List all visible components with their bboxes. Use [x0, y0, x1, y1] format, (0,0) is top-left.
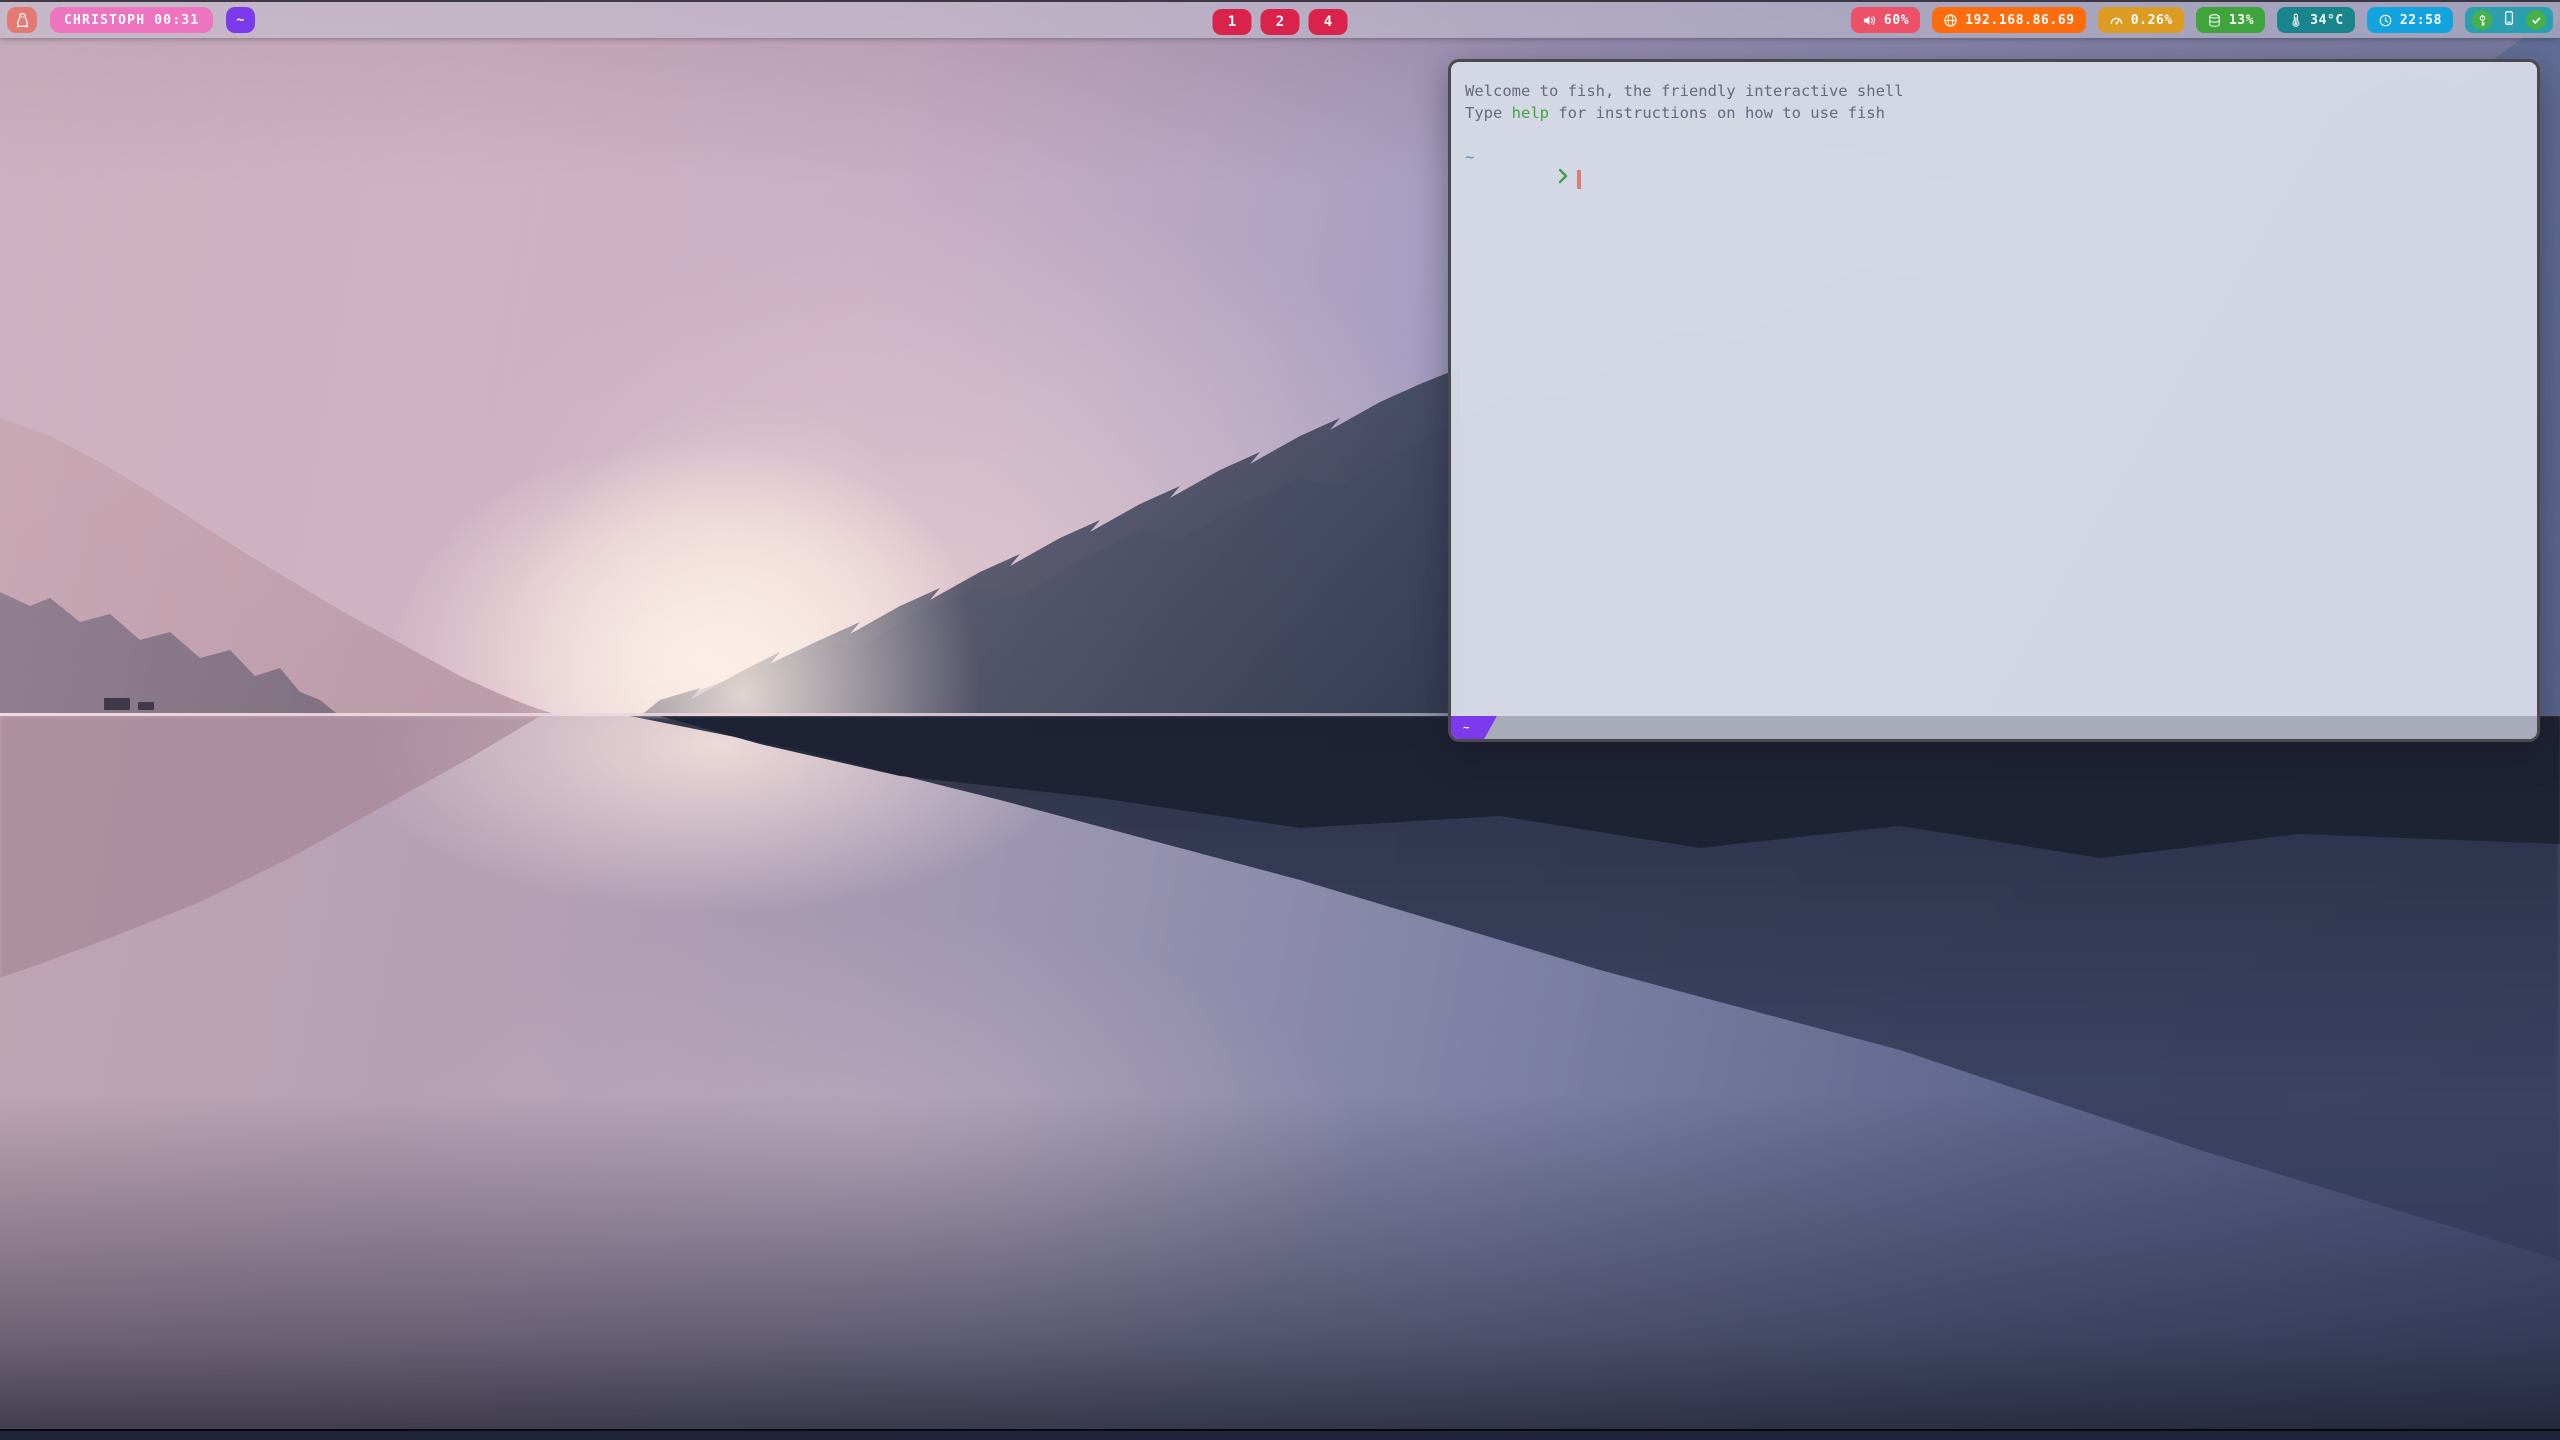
terminal-tab-home[interactable]: ~ — [1451, 716, 1497, 739]
memory-value: 13% — [2229, 13, 2254, 28]
thermometer-icon — [2288, 13, 2303, 28]
workspace-button-2[interactable]: 2 — [1261, 9, 1300, 35]
prompt-line — [1465, 168, 2523, 190]
prompt-chevron-icon — [1465, 145, 1568, 213]
clock-badge[interactable]: 22:58 — [2367, 7, 2453, 33]
phone-icon[interactable] — [2501, 10, 2517, 30]
terminal-tab-bar: ~ — [1451, 716, 2537, 739]
database-icon — [2207, 13, 2222, 28]
terminal-cursor — [1577, 170, 1581, 189]
workspace-button-1[interactable]: 1 — [1213, 9, 1252, 35]
terminal-output[interactable]: Welcome to fish, the friendly interactiv… — [1451, 62, 2537, 716]
top-status-bar: CHRISTOPH 00:31 ~ 1 2 4 60% — [0, 0, 2560, 38]
workspace-button-4[interactable]: 4 — [1309, 9, 1348, 35]
network-ip-value: 192.168.86.69 — [1965, 13, 2075, 28]
cpu-load-badge: 0.26% — [2098, 7, 2184, 33]
window-title-label: ~ — [236, 13, 244, 28]
terminal-tab-label: ~ — [1463, 721, 1470, 734]
terminal-help-line: Type help for instructions on how to use… — [1465, 102, 2523, 124]
key-icon[interactable] — [2472, 10, 2492, 30]
wallpaper-shore-cabin — [104, 698, 130, 710]
check-icon[interactable] — [2526, 10, 2546, 30]
terminal-window: Welcome to fish, the friendly interactiv… — [1448, 59, 2540, 742]
linux-penguin-icon — [14, 12, 31, 29]
bar-left-modules: CHRISTOPH 00:31 ~ — [7, 7, 255, 33]
temperature-value: 34°C — [2310, 13, 2344, 28]
prompt-cwd: ~ — [1465, 146, 2523, 168]
volume-value: 60% — [1884, 13, 1909, 28]
user-session-label: CHRISTOPH 00:31 — [64, 13, 199, 28]
wallpaper-water-fade — [0, 716, 2560, 1440]
network-ip-badge: 192.168.86.69 — [1932, 7, 2086, 33]
terminal-welcome-line: Welcome to fish, the friendly interactiv… — [1465, 80, 2523, 102]
user-session-badge: CHRISTOPH 00:31 — [50, 7, 213, 33]
distro-logo-badge[interactable] — [7, 7, 37, 33]
workspace-switcher: 1 2 4 — [1213, 4, 1348, 40]
memory-badge: 13% — [2196, 7, 2265, 33]
desktop: CHRISTOPH 00:31 ~ 1 2 4 60% — [0, 0, 2560, 1440]
wallpaper-water — [0, 716, 2560, 1440]
terminal-blank-line — [1465, 124, 2523, 146]
cpu-load-value: 0.26% — [2131, 13, 2173, 28]
clock-value: 22:58 — [2400, 13, 2442, 28]
clock-icon — [2378, 13, 2393, 28]
window-title-badge: ~ — [226, 7, 254, 33]
wallpaper-bottom-edge — [0, 1429, 2560, 1440]
help-command-text: help — [1512, 102, 1549, 124]
bar-right-modules: 60% 192.168.86.69 — [1851, 7, 2553, 33]
wallpaper-shore-cabin — [138, 702, 154, 710]
system-tray — [2465, 7, 2553, 33]
globe-icon — [1943, 13, 1958, 28]
volume-badge[interactable]: 60% — [1851, 7, 1920, 33]
temperature-badge: 34°C — [2277, 7, 2355, 33]
gauge-icon — [2109, 13, 2124, 28]
speaker-icon — [1862, 13, 1877, 28]
